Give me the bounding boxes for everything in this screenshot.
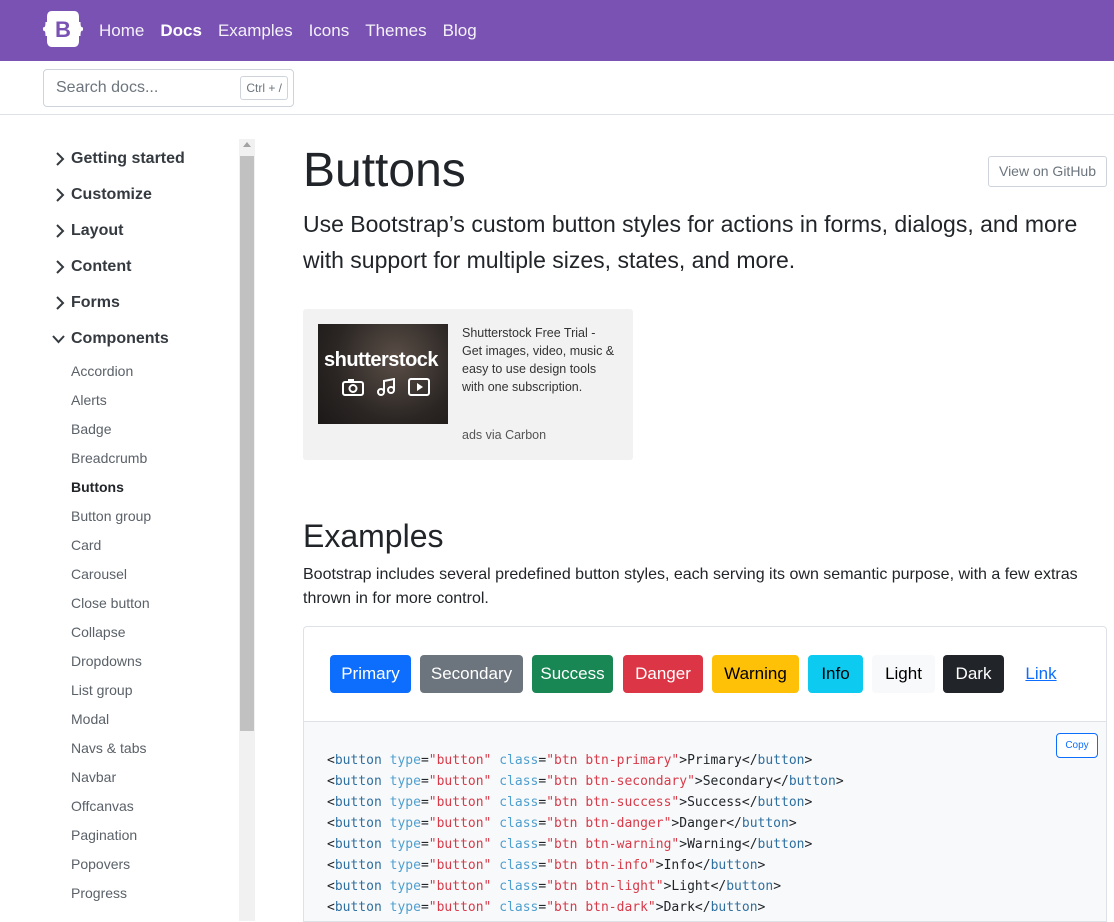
sidebar-item-button-group[interactable]: Button group	[71, 508, 151, 524]
sidebar-item-pagination[interactable]: Pagination	[71, 827, 137, 843]
page-lead: Use Bootstrap’s custom button styles for…	[303, 211, 1078, 273]
search-box[interactable]: Ctrl + /	[43, 69, 294, 107]
examples-heading: Examples	[303, 518, 444, 554]
sidebar-item-progress[interactable]: Progress	[71, 885, 127, 901]
button-examples-preview: Primary Secondary Success Danger Warning…	[303, 626, 1107, 722]
chevron-right-icon	[56, 188, 65, 202]
code-line: <button type="button" class="btn btn-suc…	[327, 795, 813, 810]
ad-media-icons	[342, 378, 430, 396]
sidebar-section-layout[interactable]: Layout	[54, 222, 123, 240]
bootstrap-logo-icon[interactable]: B	[43, 10, 83, 48]
code-line: <button type="button" class="btn btn-dan…	[327, 816, 797, 831]
ads-via-carbon-link[interactable]: ads via Carbon	[462, 428, 546, 442]
code-line: <button type="button" class="btn btn-sec…	[327, 774, 844, 789]
sidebar-item-badge[interactable]: Badge	[71, 421, 111, 437]
sidebar-item-close-button[interactable]: Close button	[71, 595, 150, 611]
top-navbar: B Home Docs Examples Icons Themes Blog	[0, 0, 1114, 61]
code-snippet: Copy <button type="button" class="btn bt…	[303, 722, 1107, 922]
sidebar-section-label: Layout	[71, 222, 124, 239]
nav-link-themes[interactable]: Themes	[365, 21, 426, 41]
logo-letter: B	[55, 17, 71, 42]
primary-button[interactable]: Primary	[330, 655, 411, 693]
sidebar-item-buttons[interactable]: Buttons	[71, 479, 124, 495]
copy-code-button[interactable]: Copy	[1056, 733, 1098, 758]
sidebar-section-customize[interactable]: Customize	[54, 186, 152, 204]
code-lines: <button type="button" class="btn btn-pri…	[327, 750, 844, 918]
sidebar-item-modal[interactable]: Modal	[71, 711, 109, 727]
sidebar-section-components[interactable]: Components	[51, 330, 169, 348]
sidebar-item-carousel[interactable]: Carousel	[71, 566, 127, 582]
scrollbar-thumb[interactable]	[240, 156, 254, 731]
ad-text-link[interactable]: Shutterstock Free Trial - Get images, vi…	[462, 324, 617, 396]
scroll-up-arrow-icon[interactable]	[243, 142, 251, 147]
sidebar-section-label: Content	[71, 258, 132, 275]
info-button[interactable]: Info	[808, 655, 863, 693]
nav-link-blog[interactable]: Blog	[443, 21, 477, 41]
chevron-down-icon	[52, 335, 65, 344]
sidebar-scrollbar[interactable]	[239, 139, 255, 921]
sidebar-item-navbar[interactable]: Navbar	[71, 769, 116, 785]
view-on-github-button[interactable]: View on GitHub	[988, 156, 1107, 187]
code-line: <button type="button" class="btn btn-lig…	[327, 879, 782, 894]
sidebar-item-popovers[interactable]: Popovers	[71, 856, 130, 872]
nav-links: Home Docs Examples Icons Themes Blog	[99, 0, 493, 61]
success-button[interactable]: Success	[532, 655, 613, 693]
search-bar-row: Ctrl + /	[0, 61, 1114, 115]
danger-button[interactable]: Danger	[623, 655, 703, 693]
sidebar-item-collapse[interactable]: Collapse	[71, 624, 125, 640]
nav-link-home[interactable]: Home	[99, 21, 144, 41]
carbon-ad: shutterstock Shutterstock Free Trial - G…	[303, 309, 633, 460]
warning-button[interactable]: Warning	[712, 655, 799, 693]
sidebar-item-navs-tabs[interactable]: Navs & tabs	[71, 740, 146, 756]
chevron-right-icon	[56, 296, 65, 310]
link-button[interactable]: Link	[1016, 655, 1066, 693]
sidebar-item-breadcrumb[interactable]: Breadcrumb	[71, 450, 147, 466]
music-note-icon	[377, 378, 395, 396]
code-line: <button type="button" class="btn btn-inf…	[327, 858, 766, 873]
examples-description: Bootstrap includes several predefined bu…	[303, 566, 1078, 607]
video-play-icon	[408, 378, 430, 396]
sidebar-item-dropdowns[interactable]: Dropdowns	[71, 653, 142, 669]
docs-sidebar: Getting started Customize Layout Content…	[0, 139, 255, 921]
sidebar-section-content[interactable]: Content	[54, 258, 131, 276]
chevron-right-icon	[56, 260, 65, 274]
ad-image[interactable]: shutterstock	[318, 324, 448, 424]
chevron-right-icon	[56, 224, 65, 238]
sidebar-section-label: Getting started	[71, 150, 185, 167]
sidebar-section-label: Components	[71, 330, 169, 347]
nav-link-docs[interactable]: Docs	[160, 21, 202, 41]
ad-brand-logo: shutterstock	[324, 349, 439, 371]
sidebar-section-forms[interactable]: Forms	[54, 294, 120, 312]
code-line: <button type="button" class="btn btn-pri…	[327, 753, 813, 768]
secondary-button[interactable]: Secondary	[420, 655, 523, 693]
sidebar-item-accordion[interactable]: Accordion	[71, 363, 133, 379]
code-line: <button type="button" class="btn btn-dar…	[327, 900, 766, 915]
sidebar-section-label: Forms	[71, 294, 120, 311]
sidebar-section-label: Customize	[71, 186, 152, 203]
sidebar-item-offcanvas[interactable]: Offcanvas	[71, 798, 134, 814]
page-title: Buttons	[303, 144, 466, 197]
sidebar-item-alerts[interactable]: Alerts	[71, 392, 107, 408]
sidebar-item-list-group[interactable]: List group	[71, 682, 132, 698]
search-shortcut-hint: Ctrl + /	[240, 76, 288, 100]
sidebar-item-card[interactable]: Card	[71, 537, 101, 553]
nav-link-examples[interactable]: Examples	[218, 21, 293, 41]
code-line: <button type="button" class="btn btn-war…	[327, 837, 813, 852]
chevron-right-icon	[56, 152, 65, 166]
search-input[interactable]	[56, 79, 226, 97]
camera-icon	[342, 379, 364, 396]
sidebar-section-getting-started[interactable]: Getting started	[54, 150, 185, 168]
nav-link-icons[interactable]: Icons	[309, 21, 350, 41]
light-button[interactable]: Light	[872, 655, 935, 693]
dark-button[interactable]: Dark	[943, 655, 1004, 693]
